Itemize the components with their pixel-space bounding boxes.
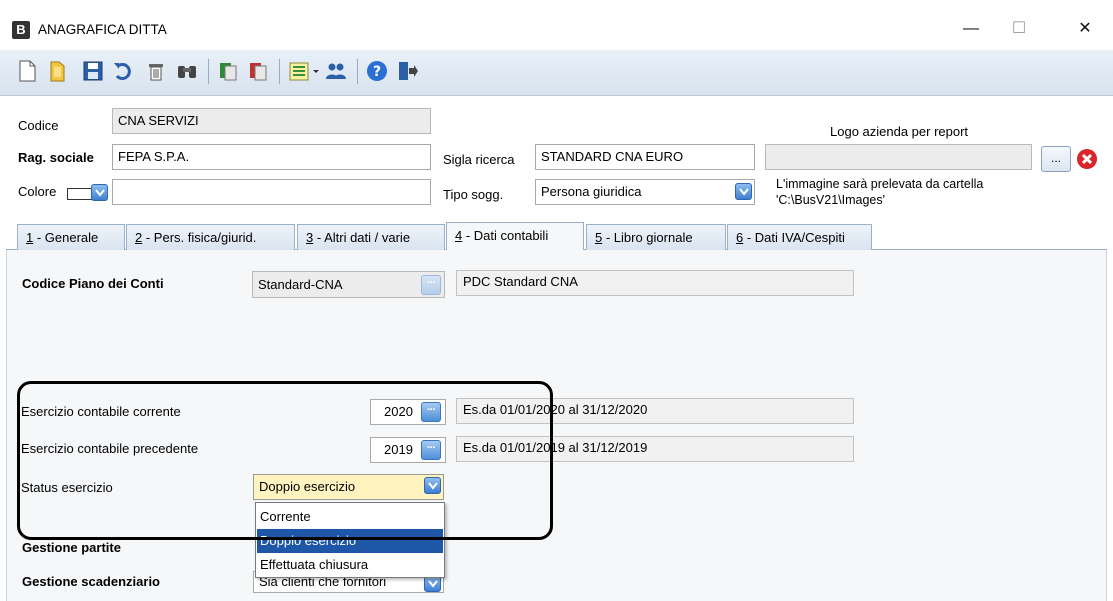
users-icon[interactable] [323,58,349,84]
logo-label: Logo azienda per report [830,124,969,139]
minimize-button[interactable]: — [948,14,994,44]
codice-field[interactable]: CNA SERVIZI [112,108,431,134]
title-bar: B ANAGRAFICA DITTA — ☐ ✕ [0,0,1113,50]
find-icon[interactable] [174,58,200,84]
delete-icon[interactable] [143,58,169,84]
logo-note-line1: L'immagine sarà prelevata da cartella [776,177,984,191]
tab-libro-giornale[interactable]: 5 - Libro giornale [586,224,726,250]
partite-label: Gestione partite [22,540,121,555]
tab-pers-fisica[interactable]: 2 - Pers. fisica/giurid. [126,224,295,250]
save-icon[interactable] [80,58,106,84]
window-title: ANAGRAFICA DITTA [38,22,167,37]
tipo-select[interactable]: Persona giuridica [535,179,755,205]
color-swatch[interactable] [67,188,94,200]
tab-dati-iva[interactable]: 6 - Dati IVA/Cespiti [727,224,872,250]
chevron-down-icon[interactable] [310,58,322,84]
svg-text:?: ? [373,64,381,80]
piano-conti-browse-button[interactable]: ··· [421,275,441,295]
piano-conti-label: Codice Piano dei Conti [22,276,164,291]
sigla-field[interactable]: STANDARD CNA EURO [535,144,755,170]
logo-browse-button[interactable]: ... [1041,146,1071,172]
tab-altri-dati[interactable]: 3 - Altri dati / varie [297,224,445,250]
dropdown-option-effettuata[interactable]: Effettuata chiusura [257,553,443,577]
rag-sociale-label: Rag. sociale [18,150,94,165]
highlight-annotation [17,381,553,540]
maximize-button[interactable]: ☐ [996,14,1042,44]
app-icon: B [12,21,30,39]
exit-icon[interactable] [394,58,420,84]
scadenziario-label: Gestione scadenziario [22,574,160,589]
colore-field[interactable] [112,179,431,205]
toolbar-separator [357,59,358,84]
codice-label: Codice [18,118,59,133]
help-icon[interactable]: ? [364,58,390,84]
paste-icon[interactable] [245,58,271,84]
tab-dati-contabili[interactable]: 4 - Dati contabili [446,222,584,251]
copy-icon[interactable] [215,58,241,84]
undo-icon[interactable] [110,58,136,84]
logo-note-line2: 'C:\BusV21\Images' [776,193,885,207]
toolbar-separator [279,59,280,84]
piano-conti-field[interactable]: Standard-CNA [252,271,445,298]
colore-label: Colore [18,184,57,199]
tipo-label: Tipo sogg. [443,187,504,202]
rag-sociale-field[interactable]: FEPA S.P.A. [112,144,431,170]
logo-path-field[interactable] [765,144,1032,170]
delete-logo-icon[interactable] [1076,148,1098,170]
sigla-label: Sigla ricerca [443,152,515,167]
new-icon[interactable] [14,58,40,84]
chevron-down-icon[interactable] [735,183,752,200]
toolbar-separator [208,59,209,84]
tab-generale[interactable]: 1 - Generale [17,224,125,250]
piano-conti-desc: PDC Standard CNA [456,270,854,296]
chevron-down-icon[interactable] [91,184,108,201]
close-button[interactable]: ✕ [1062,14,1108,44]
list-icon[interactable] [286,58,312,84]
open-icon[interactable] [45,58,71,84]
toolbar: ? [0,50,1113,96]
